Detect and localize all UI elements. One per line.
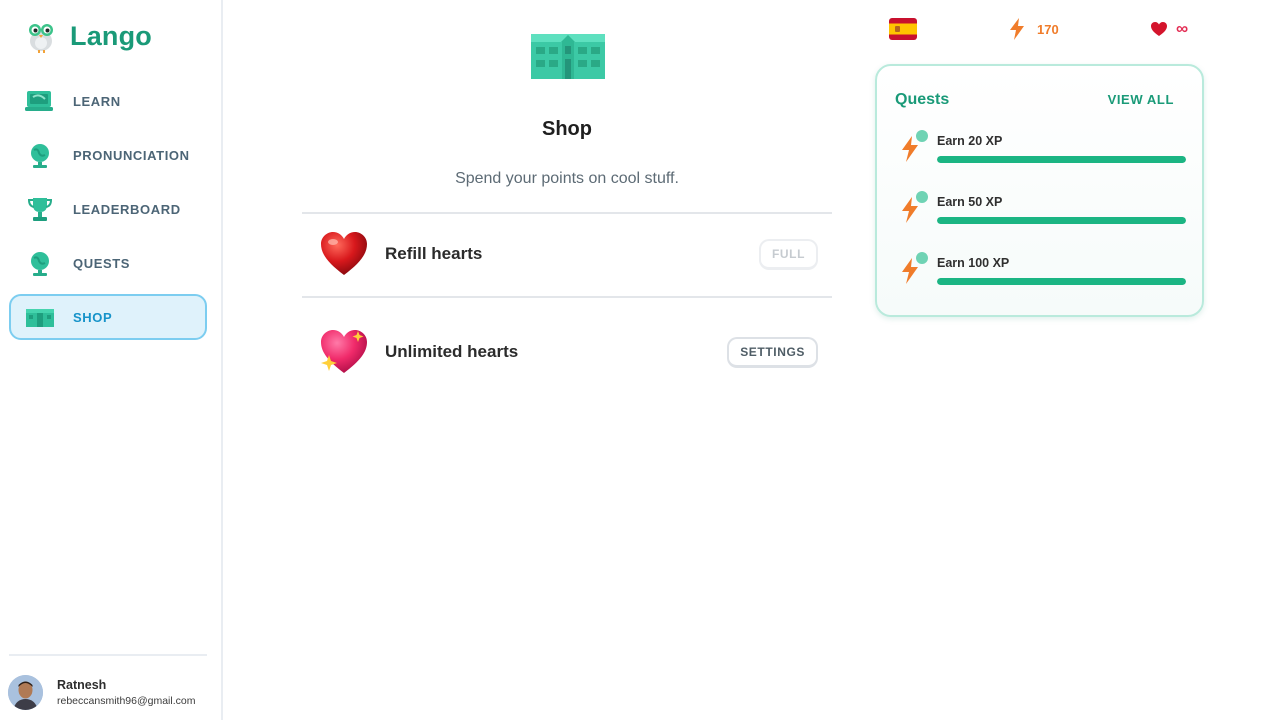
sidebar-item-learn[interactable]: LEARN [9,78,207,124]
quest-progress-fill [937,278,1186,285]
quest-label: Earn 50 XP [937,195,1003,209]
shop-icon [25,302,55,332]
language-selector[interactable] [889,16,917,42]
full-button[interactable]: FULL [758,238,818,270]
quest-item[interactable]: Earn 100 XP [899,252,1189,302]
mascot-logo-icon [29,24,53,53]
divider [302,296,832,298]
quest-progress-fill [937,156,1186,163]
sidebar-item-label: QUESTS [73,255,131,271]
sidebar-item-label: LEADERBOARD [73,201,181,217]
quest-label: Earn 100 XP [937,256,1010,270]
quest-progress-bar [937,217,1186,224]
sidebar-item-label: SHOP [73,309,113,325]
refill-hearts-row: Refill hearts FULL [302,224,832,284]
divider [9,654,207,656]
lightning-quest-icon [902,130,928,162]
row-label: Unlimited hearts [385,342,519,361]
quest-item[interactable]: Earn 20 XP [899,130,1189,180]
xp-value: 170 [1037,21,1059,37]
sidebar-item-shop[interactable]: SHOP [9,294,207,340]
row-label: Refill hearts [385,244,483,263]
quest-progress-bar [937,278,1186,285]
sidebar-item-label: PRONUNCIATION [73,147,190,163]
user-name: Ratnesh [57,678,107,692]
trophy-icon [25,194,55,224]
sidebar-item-label: LEARN [73,93,121,109]
spain-flag-icon [889,18,917,40]
quests-card: Quests VIEW ALL Earn 20 XP Earn 50 XP Ea… [875,64,1204,317]
brand-name: Lango [70,20,152,51]
unlimited-hearts-row: Unlimited hearts SETTINGS [302,322,832,382]
sparkle-heart-icon [321,330,367,373]
lightning-icon [1010,18,1024,40]
globe-icon [25,248,55,278]
user-profile[interactable]: Ratnesh rebeccansmith96@gmail.com [8,675,195,710]
lightning-quest-icon [902,252,928,284]
hearts-value: ∞ [1176,19,1189,38]
quests-title: Quests [895,91,950,108]
sidebar-nav: LEARN PRONUNCIATION LEADERBOARD QUESTS S… [9,78,207,348]
sidebar-item-quests[interactable]: QUESTS [9,240,207,286]
quest-progress-bar [937,156,1186,163]
quest-item[interactable]: Earn 50 XP [899,191,1189,241]
quest-progress-fill [937,217,1186,224]
sidebar: Lango LEARN PRONUNCIATION LEADERBOARD QU… [0,0,223,720]
settings-button[interactable]: SETTINGS [727,336,818,368]
view-all-link[interactable]: VIEW ALL [1108,92,1174,107]
quest-label: Earn 20 XP [937,134,1003,148]
page-title: Shop [542,118,592,140]
sidebar-item-leaderboard[interactable]: LEADERBOARD [9,186,207,232]
shop-icon [531,34,605,79]
divider [302,212,832,214]
page-subtitle: Spend your points on cool stuff. [455,170,679,187]
sidebar-item-pronunciation[interactable]: PRONUNCIATION [9,132,207,178]
heart-icon [321,232,367,275]
lightning-quest-icon [902,191,928,223]
avatar [8,675,43,710]
globe-icon [25,140,55,170]
learn-icon [25,86,55,116]
user-email: rebeccansmith96@gmail.com [57,695,196,707]
hearts-counter[interactable]: ∞ [1150,16,1188,42]
brand[interactable]: Lango [24,16,152,56]
xp-counter[interactable]: 170 [1009,16,1059,42]
heart-icon [1151,22,1167,36]
